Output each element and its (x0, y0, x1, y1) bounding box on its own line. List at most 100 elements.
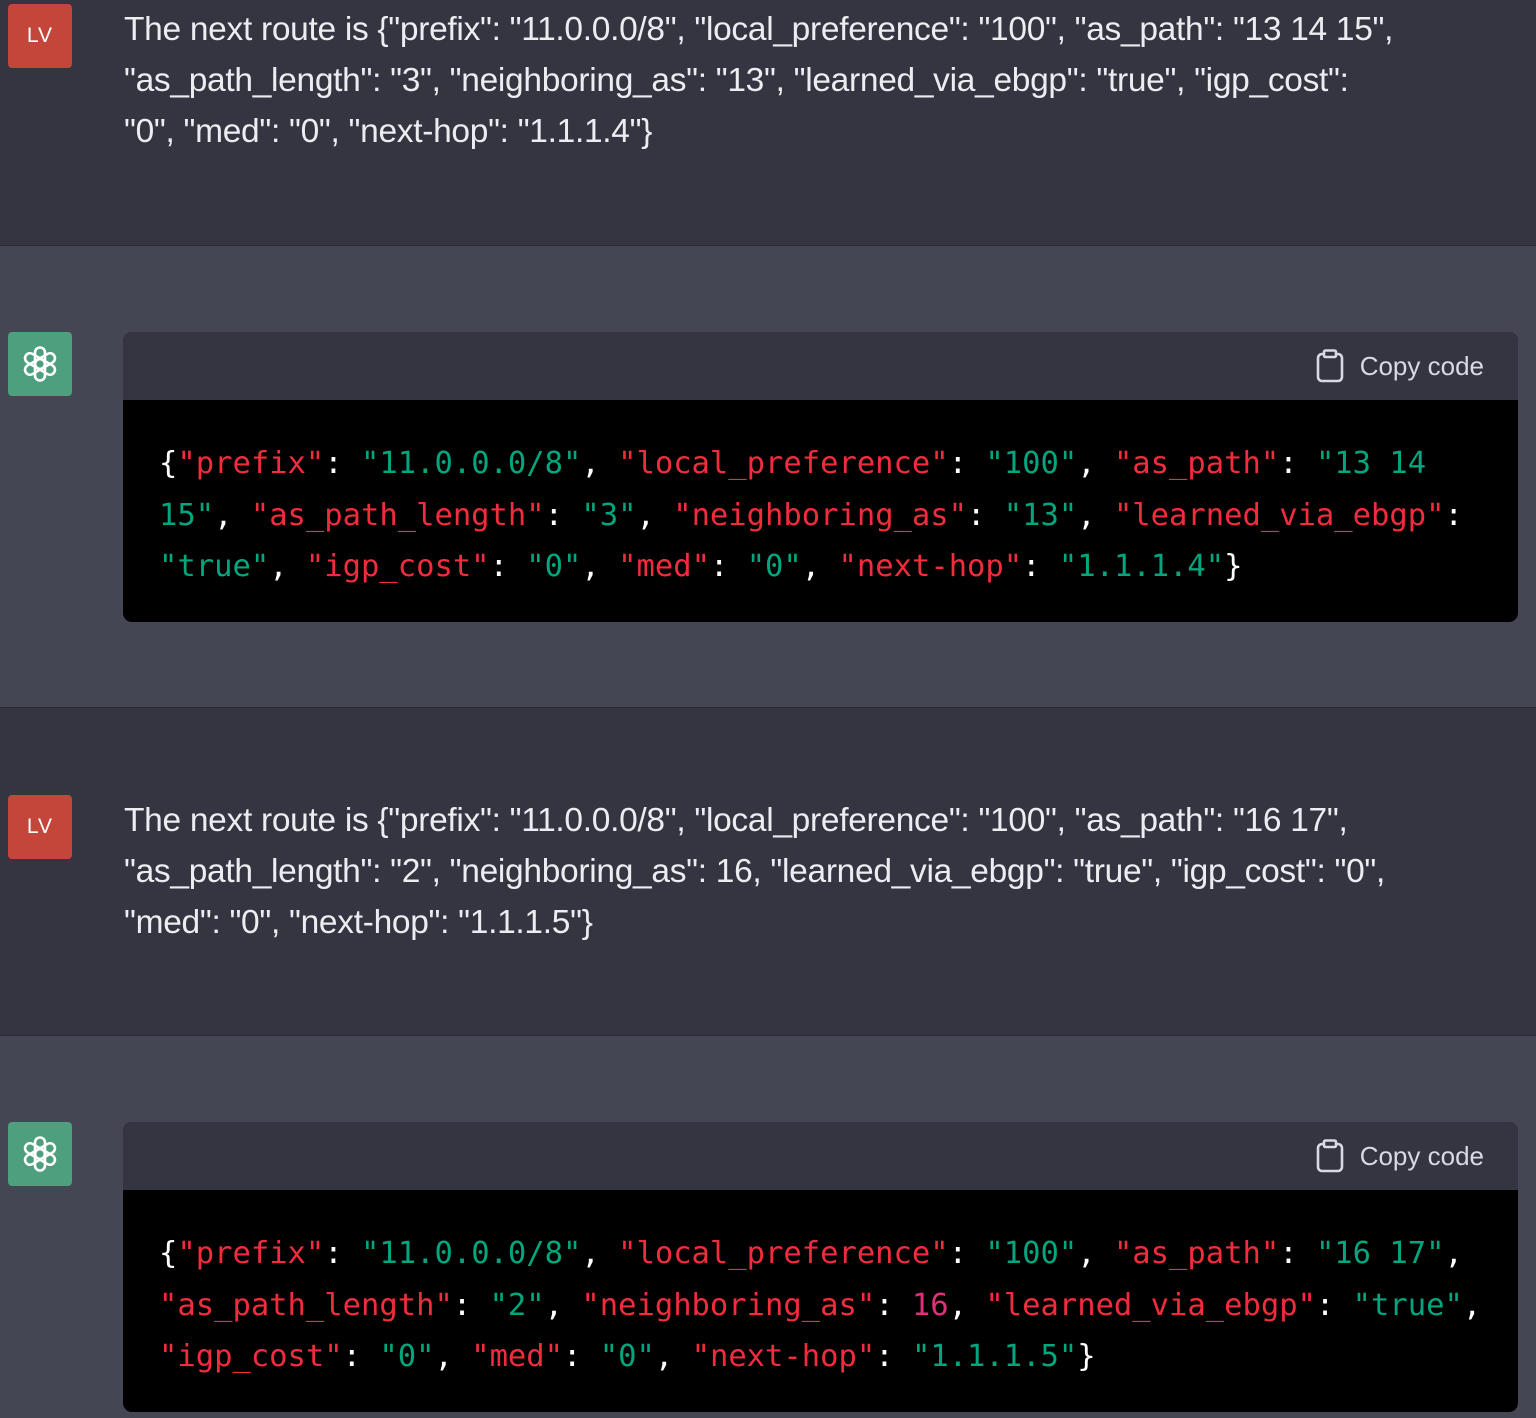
code-token-string: 15" (159, 497, 215, 533)
chat-thread: LV The next route is {"prefix": "11.0.0.… (0, 0, 1536, 1418)
code-line: "as_path_length": "2", "neighboring_as":… (159, 1280, 1482, 1332)
code-token-key: "as_path" (1113, 1236, 1280, 1271)
code-token-string: "11.0.0.0/8" (361, 446, 582, 481)
code-token-punct: : (967, 497, 1004, 533)
code-token-punct: { (159, 446, 178, 481)
code-block-header: Copy code (123, 332, 1518, 400)
code-block: Copy code {"prefix": "11.0.0.0/8", "loca… (123, 332, 1518, 622)
code-token-punct: , (801, 549, 839, 584)
code-token-punct: , (214, 497, 251, 533)
copy-code-button[interactable]: Copy code (1316, 1139, 1484, 1173)
code-token-string: "16 17" (1315, 1236, 1445, 1271)
code-token-key: "igp_cost" (159, 1339, 343, 1374)
code-token-string: "0" (526, 549, 582, 584)
code-token-punct: : (948, 1236, 986, 1271)
message-line: "0", "med": "0", "next-hop": "1.1.1.4"} (124, 113, 653, 150)
code-line: "true", "igp_cost": "0", "med": "0", "ne… (159, 541, 1482, 593)
assistant-avatar (8, 332, 72, 396)
code-block-header: Copy code (123, 1122, 1518, 1190)
code-token-punct: : (1279, 446, 1316, 481)
assistant-avatar (8, 1122, 72, 1186)
code-token-string: "100" (985, 446, 1078, 481)
openai-logo-icon (23, 1136, 57, 1172)
code-token-string: "1.1.1.5" (911, 1339, 1078, 1374)
code-token-string: "13 14 (1315, 446, 1427, 481)
code-token-key: "local_preference" (618, 1236, 949, 1271)
code-token-string: "3" (581, 497, 637, 533)
code-block: Copy code {"prefix": "11.0.0.0/8", "loca… (123, 1122, 1518, 1412)
code-token-key: "learned_via_ebgp" (985, 1287, 1316, 1323)
code-token-punct: } (1077, 1339, 1096, 1374)
code-token-punct: , (1077, 497, 1114, 533)
code-token-string: "0" (599, 1339, 655, 1374)
code-line: "igp_cost": "0", "med": "0", "next-hop":… (159, 1331, 1482, 1383)
user-avatar: LV (8, 4, 72, 68)
copy-code-label: Copy code (1359, 1140, 1484, 1171)
code-token-punct: , (1462, 1287, 1482, 1323)
user-message: LV The next route is {"prefix": "11.0.0.… (0, 0, 1536, 245)
code-token-string: "11.0.0.0/8" (361, 1236, 582, 1271)
code-token-key: "prefix" (177, 1236, 325, 1271)
code-token-punct: , (654, 1339, 692, 1374)
code-token-punct: { (159, 1236, 178, 1271)
code-line: {"prefix": "11.0.0.0/8", "local_preferen… (159, 1228, 1482, 1280)
copy-code-button[interactable]: Copy code (1316, 349, 1484, 383)
code-token-string: "true" (1352, 1287, 1463, 1323)
user-avatar-label: LV (26, 24, 54, 47)
code-token-punct: , (269, 549, 306, 584)
code-line: {"prefix": "11.0.0.0/8", "local_preferen… (159, 438, 1482, 490)
code-token-punct: : (563, 1339, 600, 1374)
code-token-string: "0" (746, 549, 802, 584)
user-message-text: The next route is {"prefix": "11.0.0.0/8… (124, 4, 1514, 157)
code-token-key: "as_path" (1113, 446, 1280, 481)
code-token-punct: : (324, 446, 362, 481)
code-token-punct: : (489, 549, 527, 584)
code-token-key: "neighboring_as" (673, 497, 968, 533)
message-line: "med": "0", "next-hop": "1.1.1.5"} (124, 904, 593, 941)
message-line: The next route is {"prefix": "11.0.0.0/8… (124, 802, 1348, 839)
code-token-punct: , (581, 1236, 619, 1271)
code-body: {"prefix": "11.0.0.0/8", "local_preferen… (123, 1190, 1518, 1412)
code-token-key: "med" (618, 549, 710, 584)
user-avatar-label: LV (26, 815, 54, 838)
code-token-punct: : (544, 497, 582, 533)
code-token-punct: , (948, 1287, 986, 1323)
code-token-key: "neighboring_as" (581, 1287, 876, 1323)
clipboard-icon (1316, 1139, 1343, 1173)
code-token-key: "local_preference" (618, 446, 949, 481)
code-token-punct: , (581, 549, 619, 584)
code-token-key: "prefix" (177, 446, 325, 481)
code-token-punct: : (1315, 1287, 1353, 1323)
code-token-punct: , (544, 1287, 582, 1323)
code-token-punct: : (1022, 549, 1059, 584)
code-token-key: "as_path_length" (159, 1287, 453, 1323)
code-token-key: "learned_via_ebgp" (1113, 497, 1445, 533)
clipboard-icon (1316, 349, 1343, 383)
code-token-punct: : (1444, 497, 1463, 533)
code-token-punct: , (581, 446, 619, 481)
copy-code-label: Copy code (1359, 350, 1484, 381)
code-token-punct: , (636, 497, 674, 533)
code-token-number: 16 (911, 1287, 949, 1323)
code-body: {"prefix": "11.0.0.0/8", "local_preferen… (123, 400, 1518, 622)
code-token-key: "med" (471, 1339, 564, 1374)
code-token-key: "next-hop" (691, 1339, 876, 1374)
code-token-punct: : (709, 549, 747, 584)
code-token-punct: : (324, 1236, 362, 1271)
message-line: The next route is {"prefix": "11.0.0.0/8… (124, 11, 1394, 48)
code-token-string: "1.1.1.4" (1058, 549, 1225, 584)
code-token-punct: } (1224, 549, 1243, 584)
user-message-text: The next route is {"prefix": "11.0.0.0/8… (124, 795, 1514, 948)
code-token-punct: , (1077, 446, 1114, 481)
code-token-string: "100" (985, 1236, 1078, 1271)
code-token-punct: : (948, 446, 986, 481)
code-token-string: "0" (379, 1339, 435, 1374)
openai-logo-icon (23, 346, 57, 382)
code-token-punct: , (434, 1339, 472, 1374)
user-avatar: LV (8, 795, 72, 859)
code-line: 15", "as_path_length": "3", "neighboring… (159, 490, 1482, 542)
code-token-punct: : (875, 1287, 912, 1323)
code-token-punct: : (342, 1339, 380, 1374)
user-message: LV The next route is {"prefix": "11.0.0.… (0, 707, 1536, 1035)
code-token-string: "2" (489, 1287, 545, 1323)
